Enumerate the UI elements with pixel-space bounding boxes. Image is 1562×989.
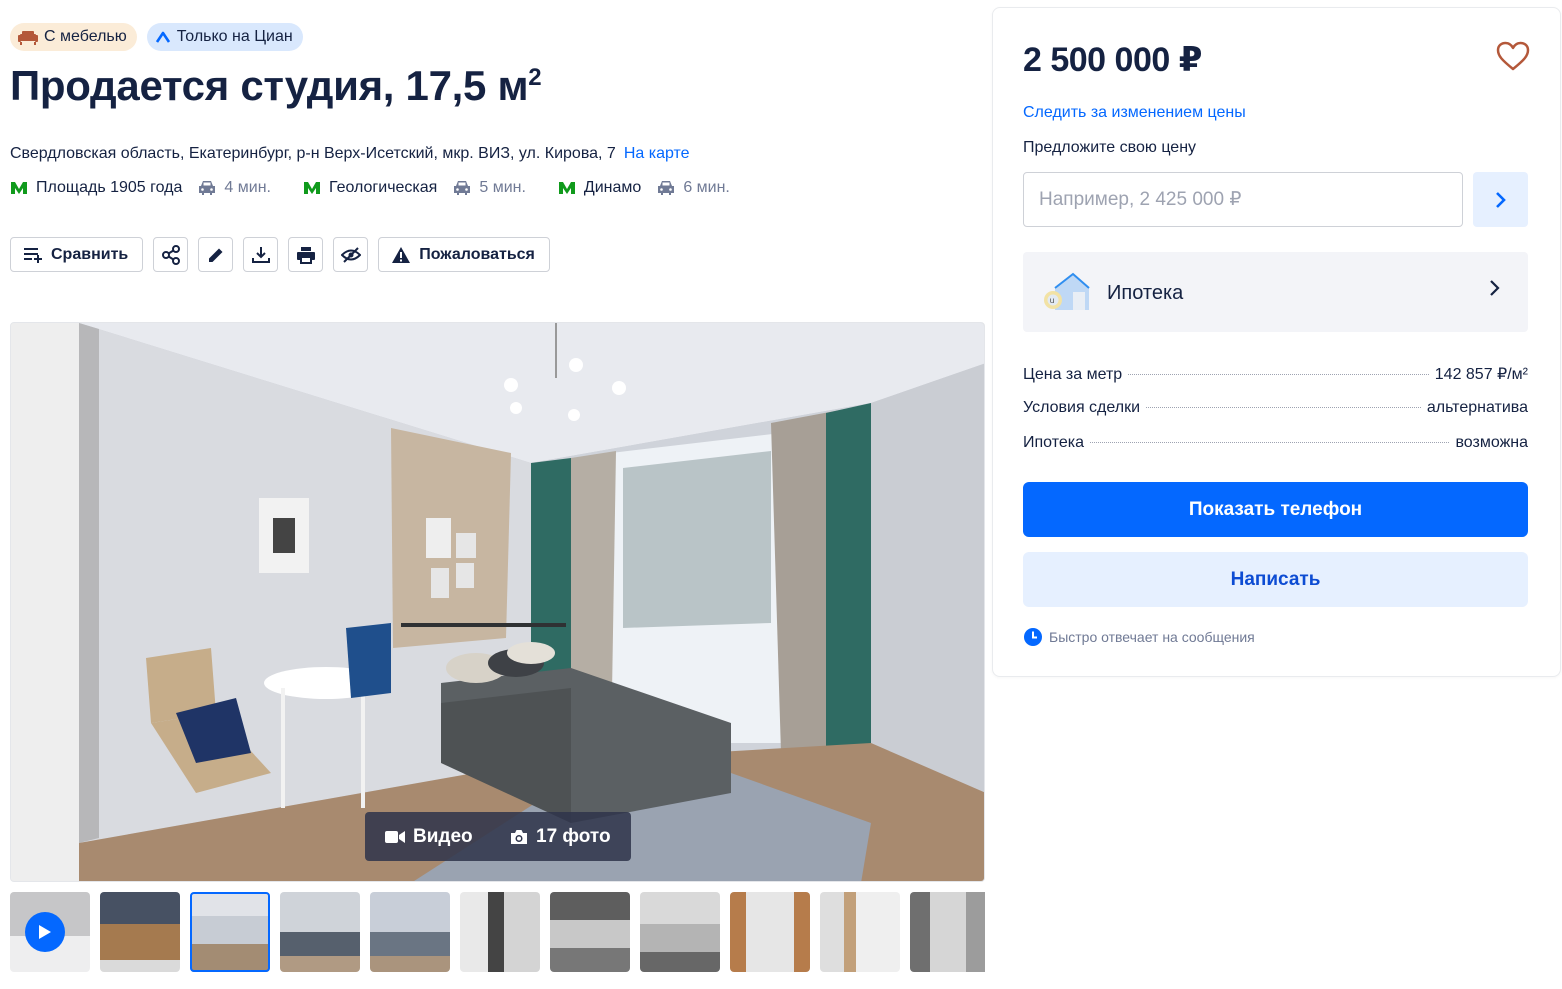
main-photo[interactable]: Видео 17 фото [10, 322, 985, 882]
thumbnail[interactable] [460, 892, 540, 972]
offer-submit-button[interactable] [1473, 172, 1528, 227]
thumbnail-video[interactable] [10, 892, 90, 972]
metro-icon [558, 182, 575, 194]
price-sidebar: 2 500 000 ₽ Следить за изменением цены П… [992, 7, 1561, 677]
param-label: Ипотека [1023, 434, 1085, 451]
thumbnail[interactable] [910, 892, 985, 972]
thumbnail[interactable] [280, 892, 360, 972]
title-sup: 2 [528, 64, 542, 91]
room-photo [11, 323, 984, 881]
thumbnail-strip [10, 892, 985, 972]
compare-button[interactable]: Сравнить [10, 237, 144, 272]
offer-price-input[interactable] [1023, 172, 1463, 227]
param-dots [1146, 407, 1421, 408]
complain-button[interactable]: Пожаловаться [378, 237, 550, 272]
cian-logo-icon [155, 31, 170, 43]
share-button[interactable] [153, 237, 189, 272]
warning-icon [392, 246, 411, 263]
metro-name: Площадь 1905 года [36, 179, 183, 196]
thumbnail[interactable] [550, 892, 630, 972]
param-row: Условия сделки альтернатива [1023, 399, 1528, 434]
heart-icon[interactable] [1496, 41, 1530, 71]
param-value: возможна [1455, 434, 1528, 451]
metro-name: Динамо [583, 179, 642, 196]
tag-furniture: С мебелью [10, 23, 137, 51]
car-icon [199, 181, 216, 195]
sofa-icon [18, 31, 38, 45]
price: 2 500 000 ₽ [1023, 41, 1202, 79]
complain-label: Пожаловаться [419, 245, 535, 263]
write-message-button[interactable]: Написать [1023, 552, 1528, 607]
compare-icon [24, 247, 42, 263]
edit-button[interactable] [198, 237, 234, 272]
print-icon [296, 246, 315, 264]
thumbnail[interactable] [730, 892, 810, 972]
hide-button[interactable] [333, 237, 369, 272]
edit-icon [208, 248, 223, 262]
thumbnail[interactable] [370, 892, 450, 972]
metro-time: 6 мин. [683, 179, 730, 196]
param-label: Условия сделки [1023, 399, 1141, 416]
map-link[interactable]: На карте [624, 145, 690, 162]
svg-text:u: u [1050, 296, 1055, 305]
photos-label: 17 фото [536, 825, 611, 847]
param-value: альтернатива [1426, 399, 1528, 416]
params-list: Цена за метр 142 857 ₽/м² Условия сделки а… [1023, 364, 1528, 469]
param-dots [1090, 442, 1450, 443]
thumbnail[interactable] [640, 892, 720, 972]
tags: С мебелью Только на Циан [10, 23, 303, 51]
param-row: Ипотека возможна [1023, 434, 1528, 469]
metro-list: Площадь 1905 года 4 мин. Геологическая 5… [10, 179, 762, 197]
video-camera-icon [385, 830, 405, 843]
show-phone-button[interactable]: Показать телефон [1023, 482, 1528, 537]
metro-item[interactable]: Площадь 1905 года 4 мин. [10, 179, 271, 197]
share-icon [161, 244, 180, 265]
actions-bar: Сравнить Пожаловаться [10, 237, 550, 272]
mortgage-card[interactable]: u Ипотека [1023, 252, 1528, 332]
address: Свердловская область, Екатеринбург, р-н … [10, 145, 690, 163]
offer-label: Предложите свою цену [1023, 139, 1197, 156]
mortgage-label: Ипотека [1107, 282, 1184, 304]
thumbnail[interactable] [820, 892, 900, 972]
chevron-right-icon [1495, 191, 1506, 208]
param-label: Цена за метр [1023, 366, 1123, 383]
download-button[interactable] [243, 237, 279, 272]
print-button[interactable] [288, 237, 324, 272]
compare-label: Сравнить [51, 245, 129, 263]
tag-cian-only: Только на Циан [146, 23, 303, 51]
video-label: Видео [413, 825, 473, 847]
clock-icon [1024, 628, 1042, 646]
photos-button[interactable]: 17 фото [498, 812, 611, 861]
metro-item[interactable]: Динамо 6 мин. [558, 179, 730, 197]
quick-reply-text: Быстро отвечает на сообщения [1049, 629, 1255, 645]
download-icon [251, 246, 270, 263]
hide-icon [340, 246, 361, 263]
metro-time: 4 мин. [224, 179, 271, 196]
title-text: Продается студия, 17,5 м [10, 62, 529, 109]
video-button[interactable]: Видео [365, 812, 498, 861]
car-icon [454, 181, 471, 195]
metro-name: Геологическая [328, 179, 438, 196]
house-icon: u [1044, 272, 1090, 310]
param-row: Цена за метр 142 857 ₽/м² [1023, 364, 1528, 399]
thumbnail-active[interactable] [190, 892, 270, 972]
thumbnail[interactable] [100, 892, 180, 972]
metro-item[interactable]: Геологическая 5 мин. [303, 179, 526, 197]
address-text: Свердловская область, Екатеринбург, р-н … [10, 145, 616, 162]
play-icon [25, 912, 65, 952]
page-title: Продается студия, 17,5 м2 [10, 62, 542, 110]
metro-icon [11, 182, 27, 194]
chevron-right-icon [1490, 280, 1500, 296]
param-dots [1128, 374, 1429, 375]
tag-cian-only-label: Только на Циан [176, 28, 293, 45]
quick-reply-note: Быстро отвечает на сообщения [1023, 627, 1255, 647]
camera-icon [511, 829, 527, 844]
track-price-link[interactable]: Следить за изменением цены [1023, 104, 1246, 122]
car-icon [658, 181, 675, 195]
metro-icon [303, 182, 320, 194]
media-bar: Видео 17 фото [365, 812, 631, 861]
tag-furniture-label: С мебелью [44, 28, 127, 45]
metro-time: 5 мин. [479, 179, 526, 196]
param-value: 142 857 ₽/м² [1434, 366, 1528, 383]
